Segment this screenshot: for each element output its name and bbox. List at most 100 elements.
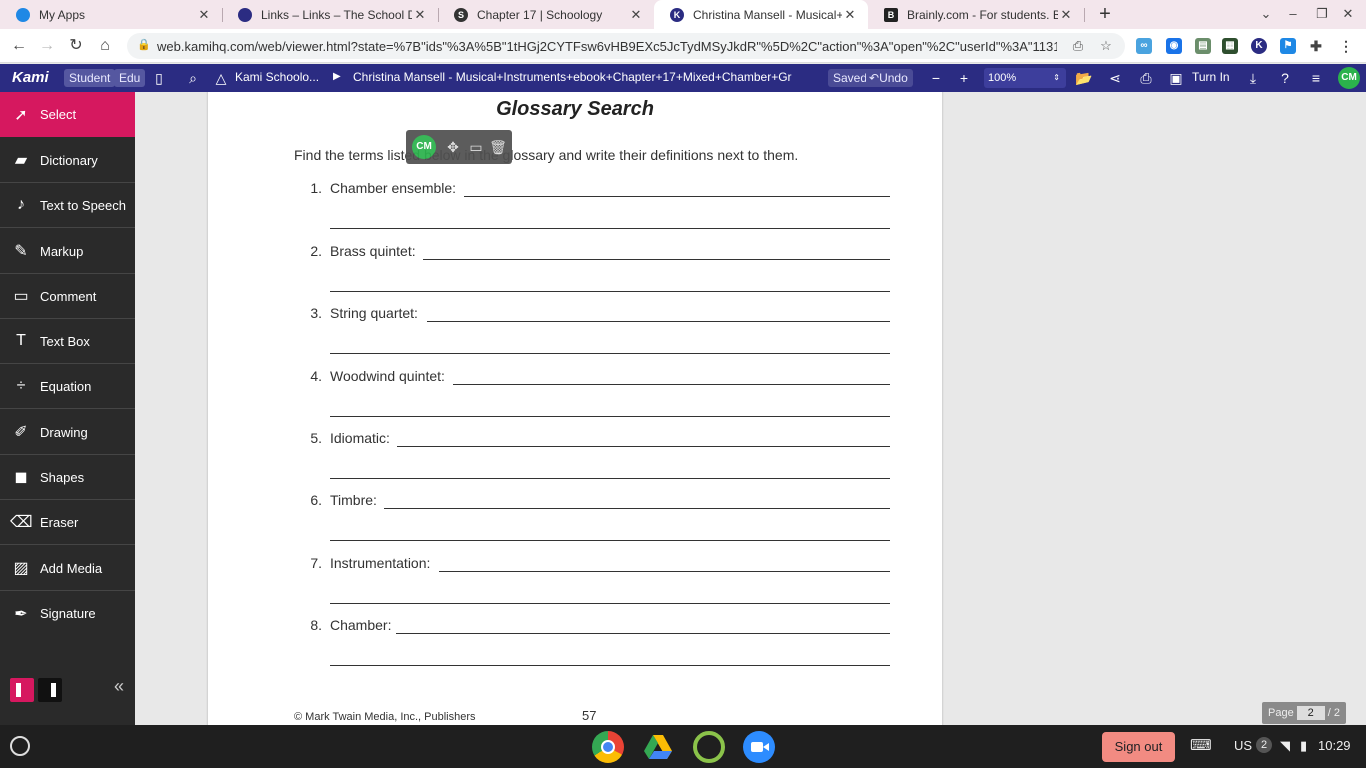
install-icon[interactable]: ⎙ [1069, 37, 1087, 55]
forward-icon[interactable]: → [36, 35, 58, 57]
keyboard-icon[interactable]: ⌨ [1190, 736, 1212, 754]
collapse-sidebar-icon[interactable]: « [114, 676, 124, 697]
page-label: Page [1268, 707, 1294, 719]
document-title[interactable]: Christina Mansell - Musical+Instruments+… [353, 70, 813, 84]
os-shelf: Sign out ⌨ US 2 ◥ ▮ 10:29 [0, 725, 1366, 768]
open-folder-icon[interactable]: 📂 [1074, 68, 1094, 88]
puzzle-icon[interactable]: ✚ [1308, 38, 1324, 54]
tool-add-media[interactable]: ▨ Add Media [0, 546, 135, 591]
tool-eraser[interactable]: ⌫ Eraser [0, 500, 135, 545]
launcher-icon[interactable] [10, 736, 30, 756]
tab-my-apps[interactable]: My Apps ✕ [0, 0, 222, 29]
turn-in-button[interactable]: Turn In [1192, 70, 1230, 84]
question-number: 5. [310, 430, 322, 446]
tool-select[interactable]: ➚ Select [0, 92, 135, 137]
print-icon[interactable]: ⎙ [1136, 68, 1156, 88]
answer-line[interactable] [427, 321, 890, 322]
extension-icon[interactable]: ▤ [1195, 38, 1211, 54]
zoom-select[interactable]: 100% ⇕ [984, 68, 1066, 88]
answer-line[interactable] [330, 228, 890, 229]
minimize-icon[interactable]: – [1283, 5, 1303, 23]
search-icon[interactable]: ⌕ [183, 68, 203, 88]
kami-logo: Kami [12, 69, 49, 86]
tab-label: My Apps [39, 7, 86, 22]
google-drive-icon[interactable] [642, 731, 674, 763]
trash-icon[interactable]: 🗑 [488, 137, 508, 157]
close-icon[interactable]: ✕ [196, 7, 212, 23]
close-icon[interactable]: ✕ [842, 7, 858, 23]
clock-time[interactable]: 10:29 [1318, 738, 1351, 753]
undo-button[interactable]: ↶Undo [866, 69, 913, 87]
tool-dictionary[interactable]: ▰ Dictionary [0, 138, 135, 183]
page-input[interactable]: 2 [1296, 706, 1325, 720]
answer-line[interactable] [330, 540, 890, 541]
close-window-icon[interactable]: ✕ [1338, 5, 1358, 23]
back-icon[interactable]: ← [8, 35, 30, 57]
move-icon[interactable]: ✥ [443, 137, 463, 157]
answer-line[interactable] [397, 446, 890, 447]
chrome-icon[interactable] [592, 731, 624, 763]
answer-line[interactable] [330, 665, 890, 666]
answer-line[interactable] [396, 633, 890, 634]
tab-links[interactable]: Links – Links – The School Distri ✕ [222, 0, 438, 29]
zoom-icon[interactable] [743, 731, 775, 763]
tab-kami-active[interactable]: K Christina Mansell - Musical+Inst ✕ [654, 0, 868, 29]
share-icon[interactable]: ⋖ [1105, 68, 1125, 88]
menu-kebab-icon[interactable]: ⋮ [1338, 38, 1354, 54]
document-viewer[interactable]: Glossary Search Find the terms listed be… [135, 92, 1366, 725]
download-icon[interactable]: ⤓ [1243, 68, 1263, 88]
url-text[interactable]: web.kamihq.com/web/viewer.html?state=%7B… [157, 39, 1057, 54]
tool-signature[interactable]: ✒ Signature [0, 591, 135, 636]
tool-drawing[interactable]: ✐ Drawing [0, 410, 135, 455]
answer-line[interactable] [423, 259, 890, 260]
tool-markup[interactable]: ✎ Markup [0, 229, 135, 274]
answer-line[interactable] [439, 571, 890, 572]
document-page[interactable]: Glossary Search Find the terms listed be… [208, 92, 942, 725]
close-icon[interactable]: ✕ [1058, 7, 1074, 23]
extension-icon[interactable]: ∞ [1136, 38, 1152, 54]
tool-shapes[interactable]: ◼ Shapes [0, 455, 135, 500]
close-icon[interactable]: ✕ [412, 7, 428, 23]
save-icon[interactable]: ▣ [1166, 68, 1186, 88]
archive-icon[interactable]: ▭ [466, 137, 486, 157]
extension-icon[interactable]: ⚑ [1280, 38, 1296, 54]
answer-line[interactable] [330, 353, 890, 354]
answer-line[interactable] [330, 416, 890, 417]
new-tab-button[interactable]: + [1094, 3, 1116, 25]
layout-right-icon[interactable] [38, 678, 62, 702]
answer-line[interactable] [453, 384, 890, 385]
help-icon[interactable]: ? [1275, 68, 1295, 88]
kami-extension-icon[interactable]: K [1251, 38, 1267, 54]
answer-line[interactable] [330, 291, 890, 292]
home-icon[interactable]: ⌂ [94, 35, 116, 57]
sidebar-toggle-icon[interactable]: ▯ [149, 68, 169, 88]
answer-line[interactable] [384, 508, 890, 509]
tool-text-box[interactable]: T Text Box [0, 319, 135, 364]
zoom-out-icon[interactable]: − [926, 68, 946, 88]
screencastify-icon[interactable] [693, 731, 725, 763]
tool-text-to-speech[interactable]: ♪ Text to Speech [0, 183, 135, 228]
answer-line[interactable] [330, 603, 890, 604]
reload-icon[interactable]: ↻ [65, 35, 87, 57]
tool-equation[interactable]: ÷ Equation [0, 364, 135, 409]
notification-count[interactable]: 2 [1256, 737, 1272, 753]
hamburger-menu-icon[interactable]: ≡ [1306, 68, 1326, 88]
restore-icon[interactable]: ❐ [1312, 5, 1332, 23]
locale-indicator[interactable]: US [1234, 738, 1252, 753]
extension-icon[interactable]: ▦ [1222, 38, 1238, 54]
tab-brainly[interactable]: B Brainly.com - For students. By st ✕ [868, 0, 1084, 29]
answer-line[interactable] [464, 196, 890, 197]
answer-line[interactable] [330, 478, 890, 479]
tool-comment[interactable]: ▭ Comment [0, 274, 135, 319]
address-bar[interactable]: 🔒 web.kamihq.com/web/viewer.html?state=%… [127, 33, 1125, 59]
zoom-in-icon[interactable]: + [954, 68, 974, 88]
breadcrumb-folder[interactable]: Kami Schoolo... [235, 70, 319, 84]
close-icon[interactable]: ✕ [628, 7, 644, 23]
tab-search-icon[interactable]: ⌄ [1256, 5, 1276, 23]
layout-left-icon[interactable] [10, 678, 34, 702]
extension-icon[interactable]: ◉ [1166, 38, 1182, 54]
avatar[interactable]: CM [1338, 67, 1360, 89]
bookmark-star-icon[interactable]: ☆ [1097, 37, 1115, 55]
sign-out-button[interactable]: Sign out [1102, 732, 1175, 762]
tab-schoology[interactable]: S Chapter 17 | Schoology ✕ [438, 0, 654, 29]
